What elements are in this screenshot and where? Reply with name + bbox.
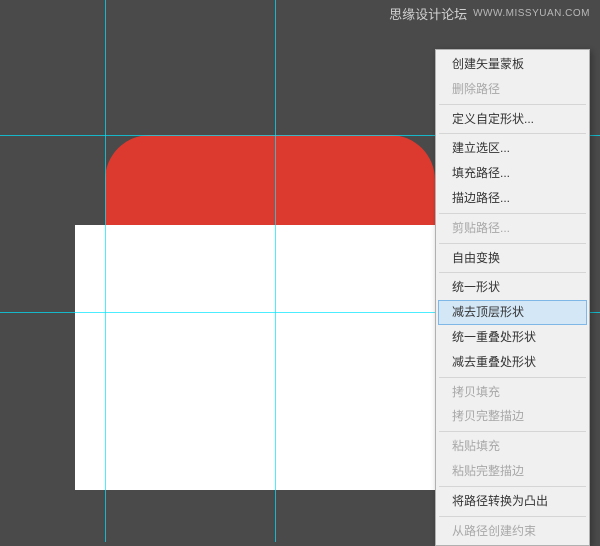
menu-separator [439, 377, 586, 378]
menu-item[interactable]: 建立选区... [438, 136, 587, 161]
menu-item[interactable]: 描边路径... [438, 186, 587, 211]
menu-separator [439, 133, 586, 134]
menu-separator [439, 213, 586, 214]
guide-vertical-2[interactable] [275, 0, 276, 542]
watermark: 思缘设计论坛 WWW.MISSYUAN.COM [389, 4, 590, 23]
menu-item[interactable]: 减去顶层形状 [438, 300, 587, 325]
menu-separator [439, 243, 586, 244]
watermark-site-name: 思缘设计论坛 [389, 4, 467, 23]
menu-separator [439, 104, 586, 105]
menu-item[interactable]: 定义自定形状... [438, 107, 587, 132]
menu-separator [439, 431, 586, 432]
menu-item: 拷贝完整描边 [438, 404, 587, 429]
menu-item: 粘贴完整描边 [438, 459, 587, 484]
menu-item: 拷贝填充 [438, 380, 587, 405]
menu-item[interactable]: 自由变换 [438, 246, 587, 271]
menu-item: 从路径创建约束 [438, 519, 587, 544]
menu-item[interactable]: 统一形状 [438, 275, 587, 300]
menu-item: 粘贴填充 [438, 434, 587, 459]
menu-item: 删除路径 [438, 77, 587, 102]
menu-item: 剪贴路径... [438, 216, 587, 241]
menu-item[interactable]: 创建矢量蒙板 [438, 52, 587, 77]
context-menu: 创建矢量蒙板删除路径定义自定形状... 建立选区...填充路径...描边路径...… [435, 49, 590, 546]
menu-separator [439, 486, 586, 487]
menu-item[interactable]: 统一重叠处形状 [438, 325, 587, 350]
menu-item[interactable]: 填充路径... [438, 161, 587, 186]
guide-vertical-1[interactable] [105, 0, 106, 542]
menu-item[interactable]: 将路径转换为凸出 [438, 489, 587, 514]
white-rect-shape [75, 225, 435, 490]
menu-item[interactable]: 减去重叠处形状 [438, 350, 587, 375]
menu-separator [439, 272, 586, 273]
menu-separator [439, 516, 586, 517]
watermark-url: WWW.MISSYUAN.COM [473, 8, 590, 19]
